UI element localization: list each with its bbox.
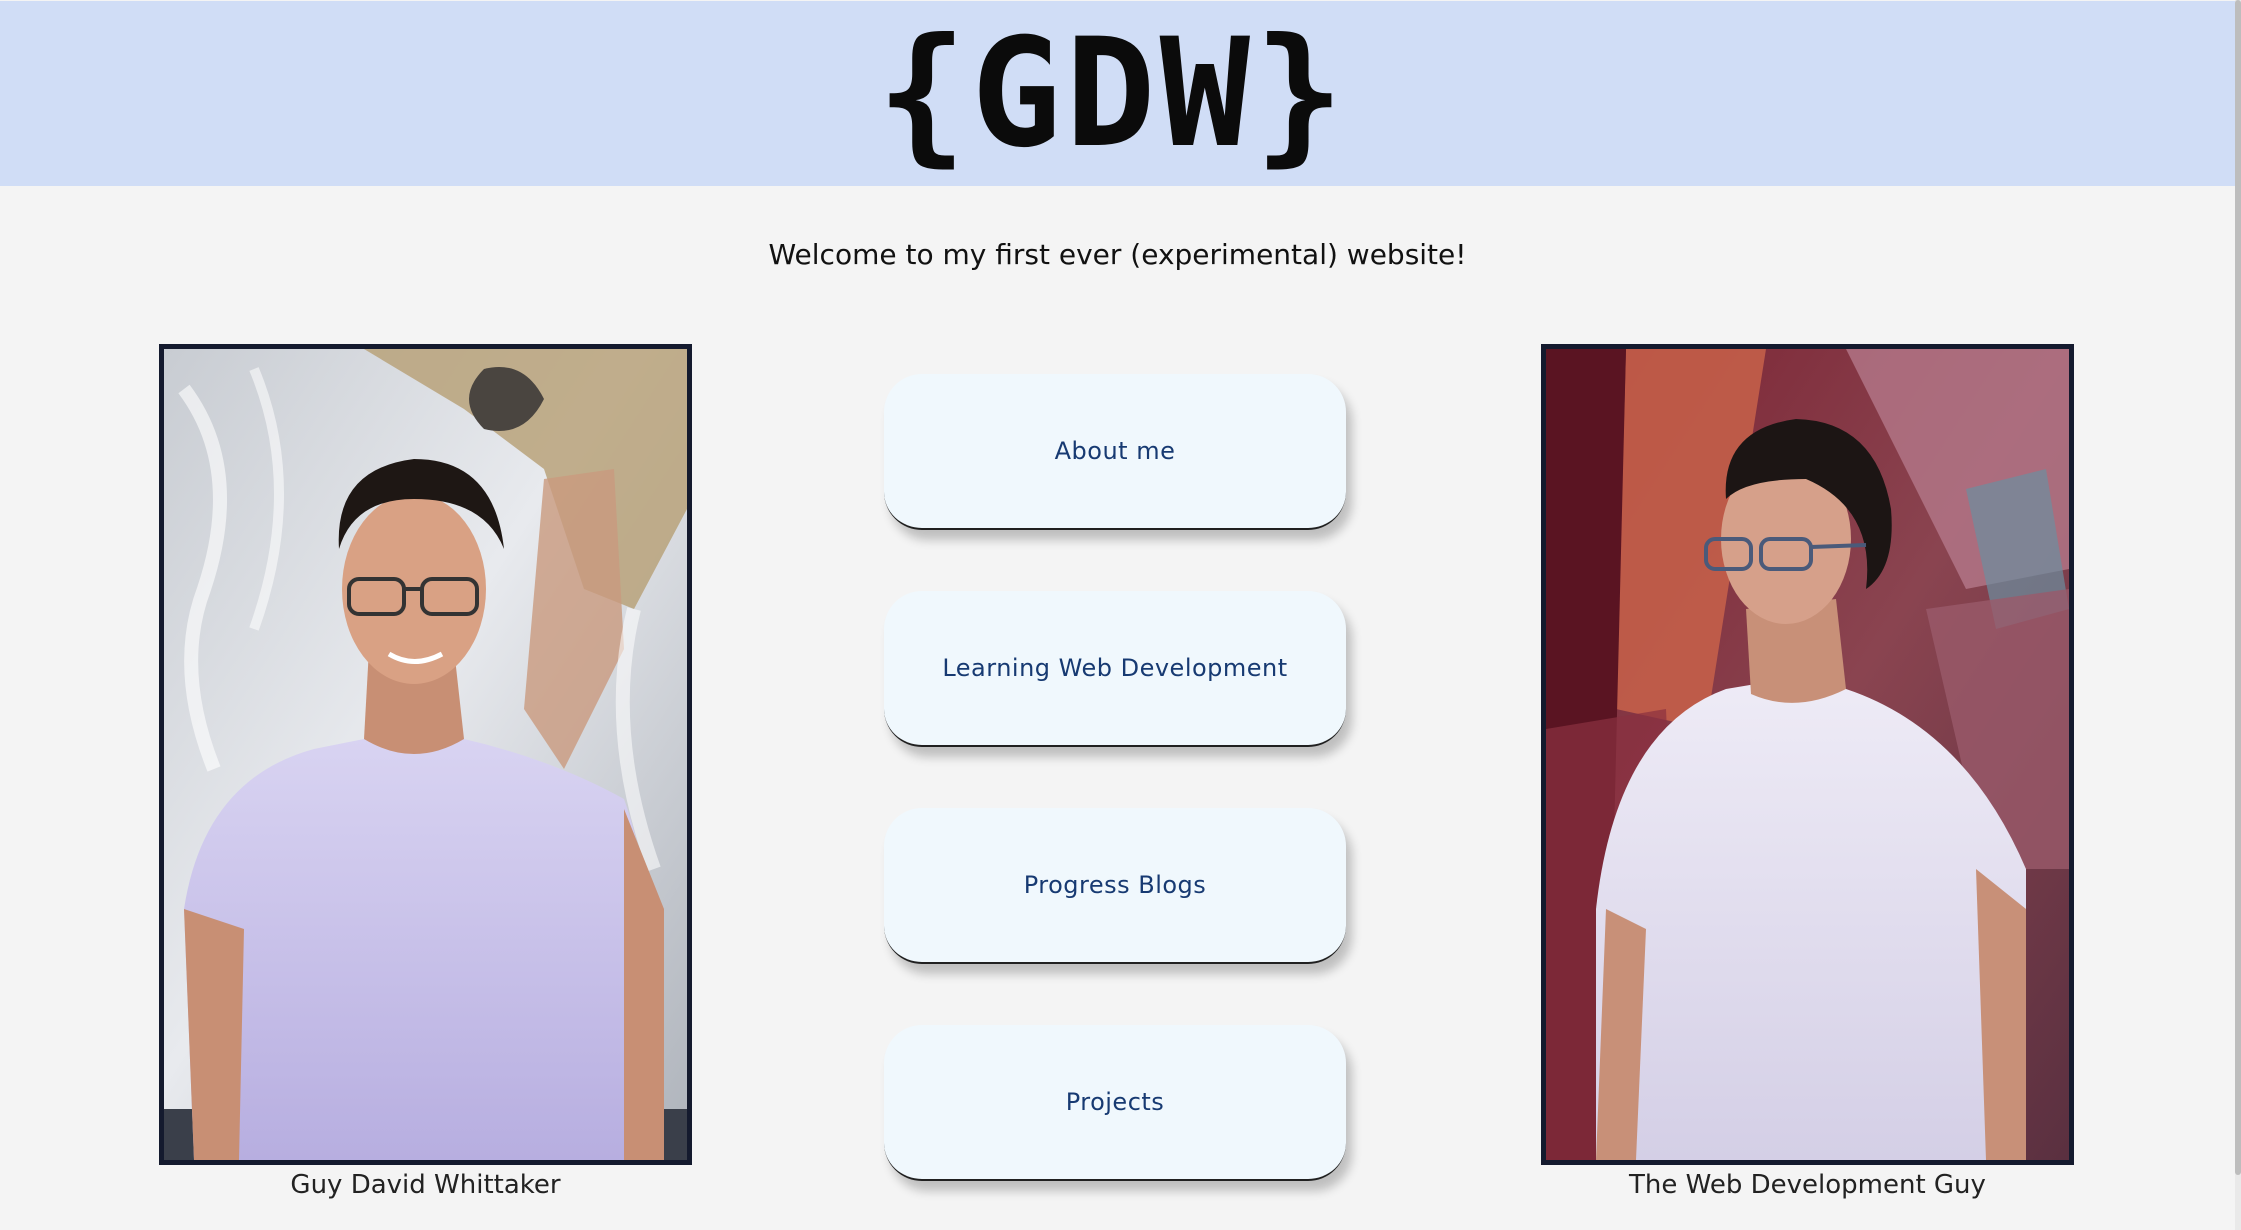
portrait-image-right bbox=[1546, 349, 2069, 1160]
welcome-message: Welcome to my first ever (experimental) … bbox=[768, 238, 1467, 271]
page: {GDW} Welcome to my first ever (experime… bbox=[0, 0, 2241, 1230]
caption-right: The Web Development Guy bbox=[1629, 1170, 1986, 1200]
caption-left: Guy David Whittaker bbox=[290, 1170, 561, 1200]
projects-button[interactable]: Projects bbox=[884, 1025, 1346, 1181]
portrait-photo-right bbox=[1541, 344, 2074, 1165]
site-header: {GDW} bbox=[0, 1, 2235, 186]
portrait-photo-left bbox=[159, 344, 692, 1165]
site-logo[interactable]: {GDW} bbox=[877, 19, 1349, 169]
about-me-button[interactable]: About me bbox=[884, 374, 1346, 530]
scrollbar-thumb[interactable] bbox=[2235, 0, 2241, 1175]
portrait-image-left bbox=[164, 349, 687, 1160]
learning-web-development-button[interactable]: Learning Web Development bbox=[884, 591, 1346, 747]
progress-blogs-button[interactable]: Progress Blogs bbox=[884, 808, 1346, 964]
